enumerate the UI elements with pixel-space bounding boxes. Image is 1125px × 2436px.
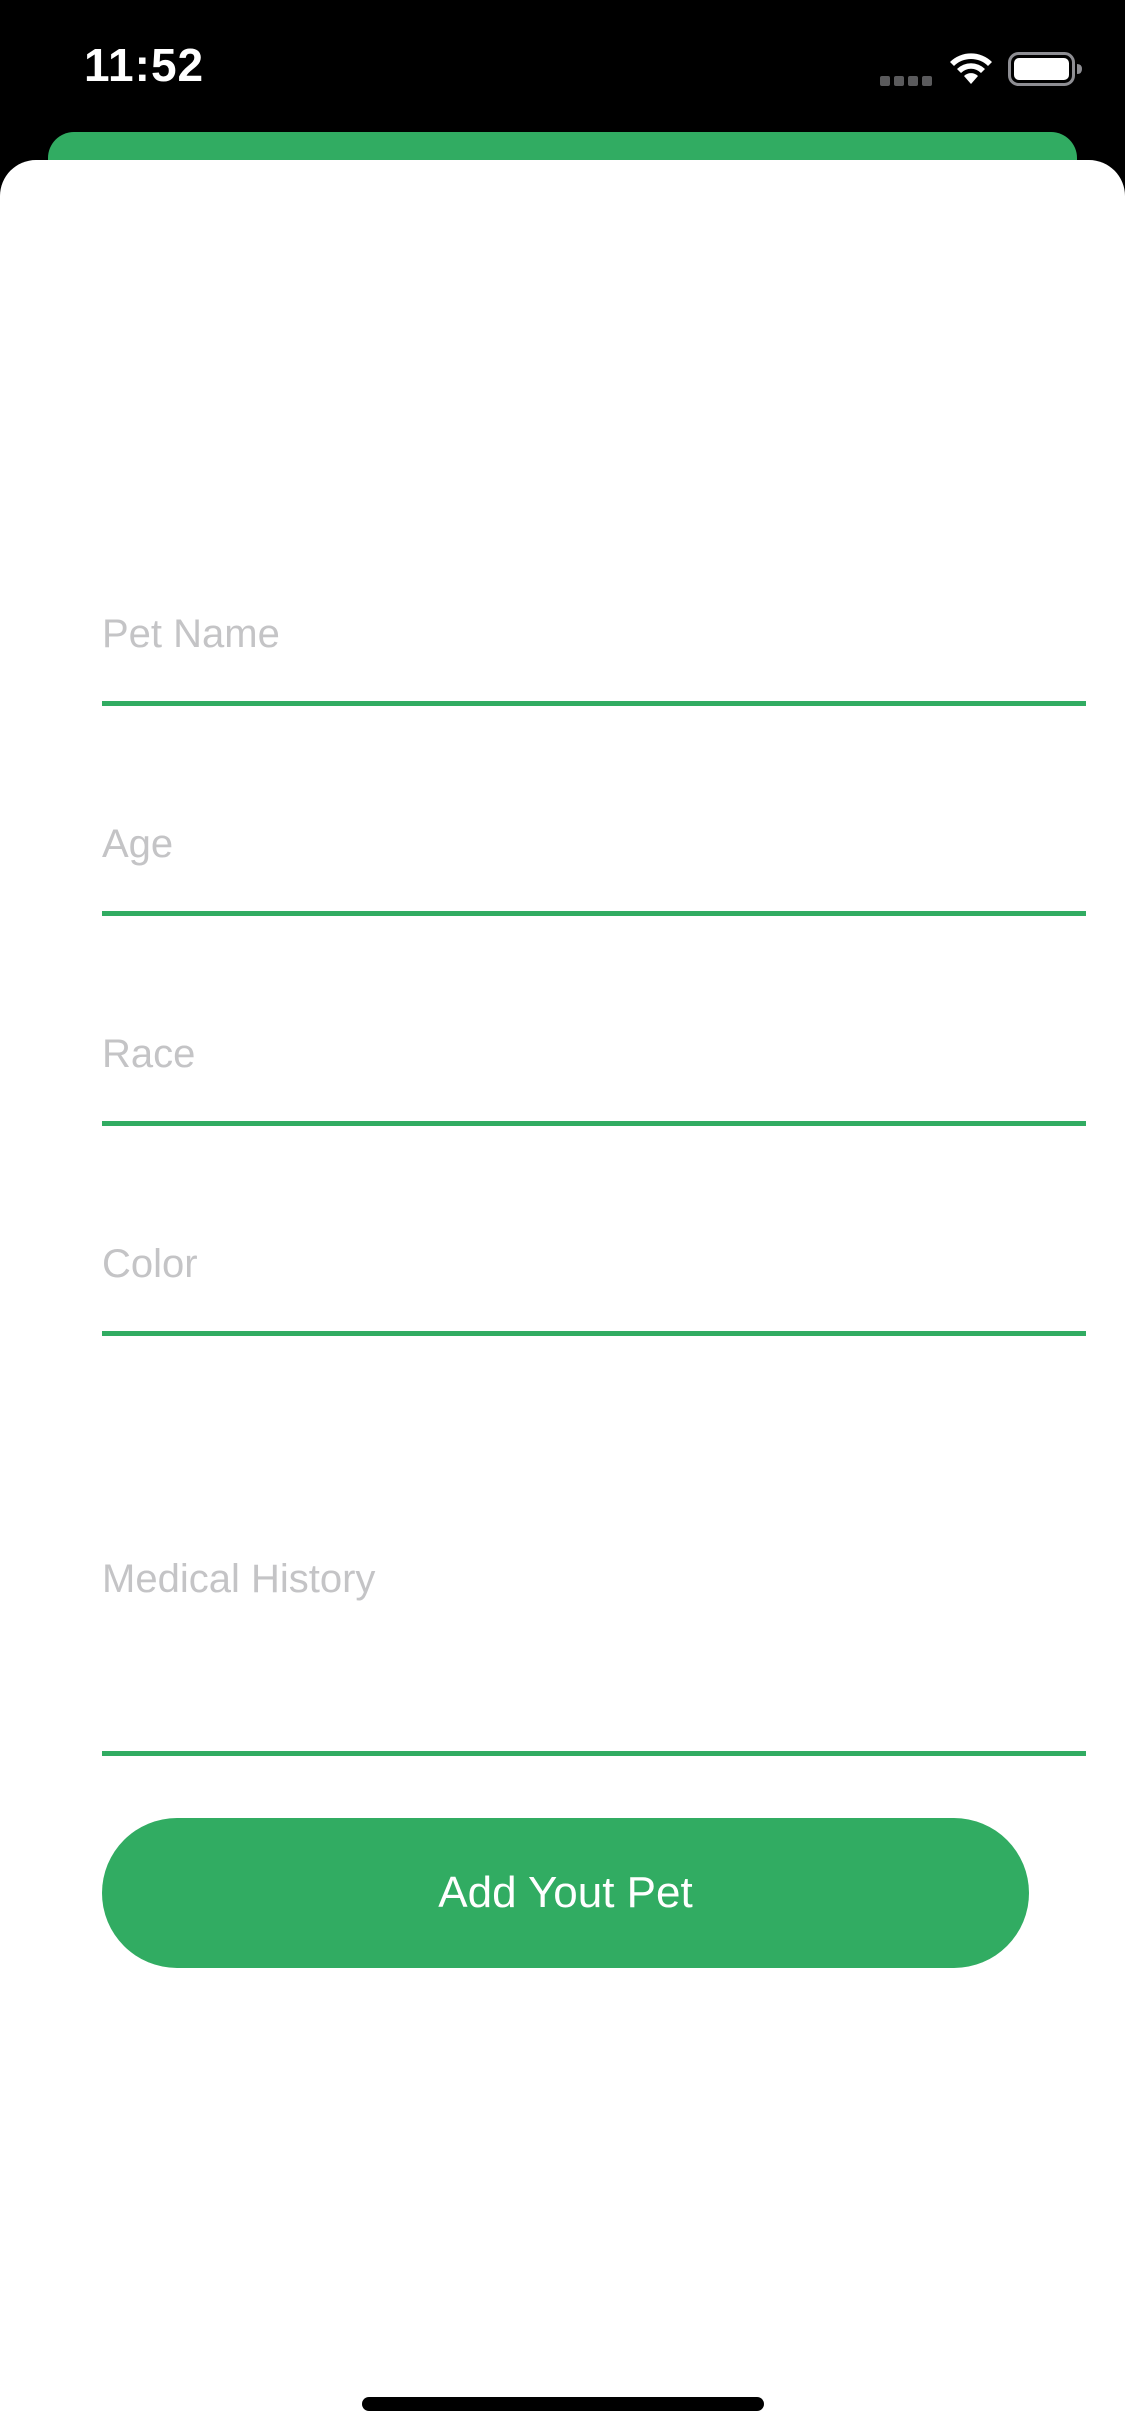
pet-name-field-container xyxy=(102,600,1086,710)
wifi-icon xyxy=(950,53,992,84)
status-time: 11:52 xyxy=(84,39,205,91)
race-underline xyxy=(102,1121,1086,1126)
signal-icon xyxy=(880,76,932,86)
add-pet-button[interactable]: Add Yout Pet xyxy=(102,1818,1029,1968)
battery-icon xyxy=(1008,52,1082,86)
color-underline xyxy=(102,1331,1086,1336)
color-input[interactable] xyxy=(102,1230,1086,1298)
medical-history-underline xyxy=(102,1751,1086,1756)
pet-name-input[interactable] xyxy=(102,600,1086,668)
age-input[interactable] xyxy=(102,810,1086,878)
home-indicator xyxy=(362,2397,764,2411)
medical-history-input[interactable] xyxy=(102,1545,1086,1665)
age-field-container xyxy=(102,810,1086,920)
status-bar: 11:52 xyxy=(0,0,1125,140)
race-input[interactable] xyxy=(102,1020,1086,1088)
color-field-container xyxy=(102,1230,1086,1340)
race-field-container xyxy=(102,1020,1086,1130)
pet-name-underline xyxy=(102,701,1086,706)
medical-history-field-container xyxy=(102,1545,1086,1760)
age-underline xyxy=(102,911,1086,916)
